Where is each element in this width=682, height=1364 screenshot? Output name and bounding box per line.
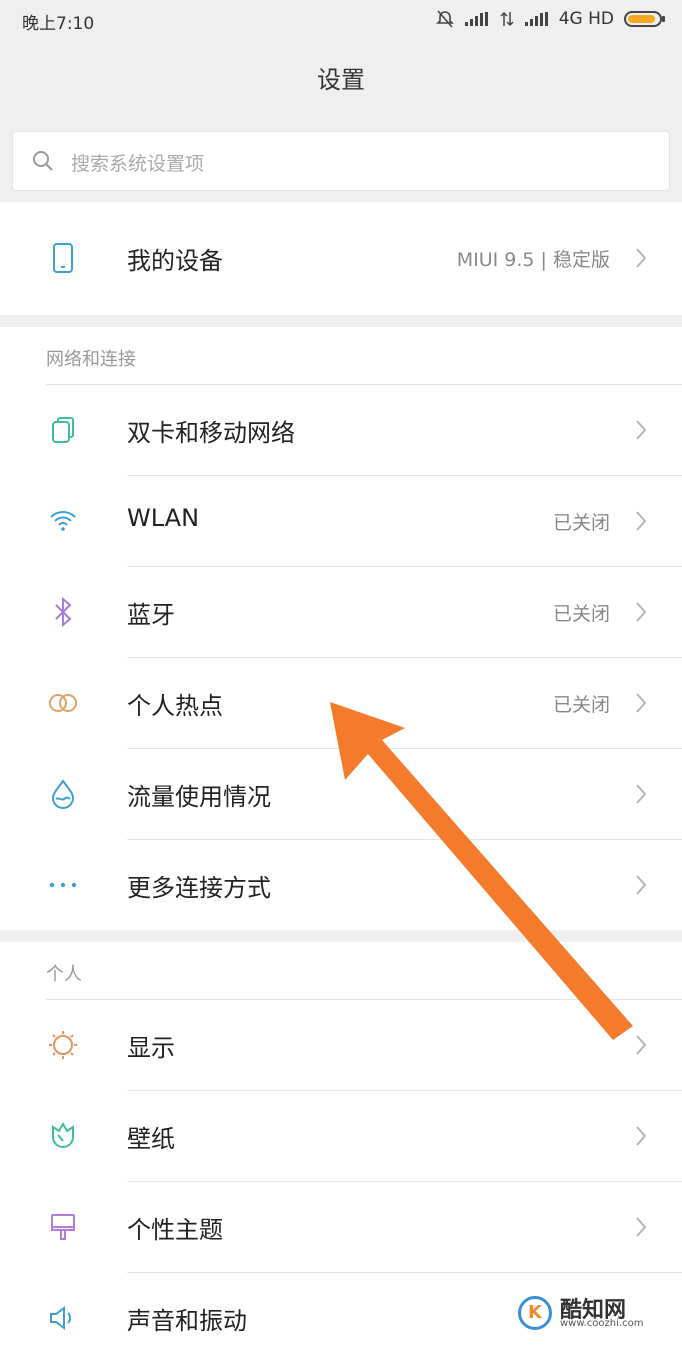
data-transfer-icon	[500, 11, 514, 27]
search-icon	[33, 151, 53, 171]
data-usage-label: 流量使用情况	[127, 783, 271, 811]
phone-icon	[46, 241, 80, 275]
status-bar: 晚上7:10 4G HD	[0, 0, 682, 42]
chevron-right-icon	[636, 875, 647, 895]
section-title-personal: 个人	[46, 964, 82, 985]
watermark-url: www.coozhi.com	[560, 1318, 644, 1329]
display-icon	[46, 1028, 80, 1062]
sound-icon	[46, 1301, 80, 1335]
chevron-right-icon	[636, 511, 647, 531]
chevron-right-icon	[636, 602, 647, 622]
wallpaper-icon	[46, 1119, 80, 1153]
more-connections-item[interactable]: 更多连接方式	[0, 840, 682, 931]
device-card: 我的设备 MIUI 9.5 | 稳定版	[0, 202, 682, 315]
page-title: 设置	[317, 66, 365, 94]
wlan-label: WLAN	[127, 504, 200, 532]
sound-label: 声音和振动	[127, 1307, 247, 1335]
status-icons: 4G HD	[435, 9, 665, 29]
wifi-icon	[46, 504, 80, 538]
chevron-right-icon	[636, 1035, 647, 1055]
wlan-item[interactable]: WLAN 已关闭	[0, 476, 682, 567]
network-type: 4G HD	[558, 9, 614, 29]
bluetooth-status: 已关闭	[552, 603, 610, 625]
display-item[interactable]: 显示	[0, 1000, 682, 1091]
more-connections-label: 更多连接方式	[127, 874, 271, 902]
display-label: 显示	[127, 1034, 175, 1062]
chevron-right-icon	[636, 1126, 647, 1146]
network-card: 网络和连接 双卡和移动网络 WLAN 已关闭 蓝牙 已关闭 个人热点 已关闭 流…	[0, 327, 682, 930]
hotspot-label: 个人热点	[127, 692, 223, 720]
chevron-right-icon	[636, 420, 647, 440]
wallpaper-item[interactable]: 壁纸	[0, 1091, 682, 1182]
wallpaper-label: 壁纸	[127, 1125, 175, 1153]
theme-label: 个性主题	[127, 1216, 223, 1244]
hotspot-item[interactable]: 个人热点 已关闭	[0, 658, 682, 749]
data-usage-icon	[46, 777, 80, 811]
dual-sim-item[interactable]: 双卡和移动网络	[0, 385, 682, 476]
hotspot-status: 已关闭	[552, 694, 610, 716]
status-time: 晚上7:10	[22, 14, 95, 34]
bluetooth-icon	[46, 595, 80, 629]
signal-icon-2	[524, 12, 549, 26]
signal-icon	[464, 12, 489, 26]
dual-sim-label: 双卡和移动网络	[127, 419, 295, 447]
more-dots-icon	[46, 868, 80, 902]
data-usage-item[interactable]: 流量使用情况	[0, 749, 682, 840]
battery-icon	[624, 11, 665, 27]
theme-icon	[46, 1210, 80, 1244]
search-placeholder: 搜索系统设置项	[71, 153, 205, 175]
theme-item[interactable]: 个性主题	[0, 1182, 682, 1273]
my-device-item[interactable]: 我的设备 MIUI 9.5 | 稳定版	[0, 213, 682, 304]
chevron-right-icon	[636, 248, 647, 268]
watermark: K 酷知网 www.coozhi.com	[510, 1290, 670, 1334]
hotspot-icon	[46, 686, 80, 720]
bluetooth-item[interactable]: 蓝牙 已关闭	[0, 567, 682, 658]
dual-sim-icon	[46, 413, 80, 447]
chevron-right-icon	[636, 784, 647, 804]
my-device-version: MIUI 9.5 | 稳定版	[456, 249, 610, 271]
mute-bell-icon	[435, 10, 454, 28]
search-input[interactable]: 搜索系统设置项	[12, 131, 670, 191]
my-device-label: 我的设备	[127, 247, 223, 275]
section-title-network: 网络和连接	[46, 349, 136, 370]
chevron-right-icon	[636, 1217, 647, 1237]
bluetooth-label: 蓝牙	[127, 601, 175, 629]
wlan-status: 已关闭	[552, 512, 610, 534]
chevron-right-icon	[636, 693, 647, 713]
watermark-logo: K	[518, 1296, 552, 1330]
